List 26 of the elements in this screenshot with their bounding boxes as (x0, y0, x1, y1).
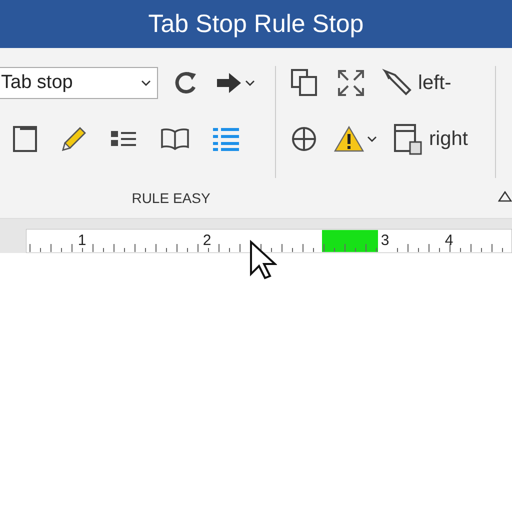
left-button[interactable]: left- (380, 66, 454, 100)
page-icon (12, 125, 38, 153)
warning-icon (334, 125, 364, 153)
pencil-icon (60, 125, 88, 153)
caret-icon (141, 80, 151, 86)
page-button[interactable] (10, 123, 40, 155)
group-label: RULE EASY (132, 190, 210, 206)
style-dropdown[interactable]: Tab stop (0, 67, 158, 99)
bullet-list-icon (212, 126, 240, 152)
caret-icon (367, 136, 377, 142)
right-arrow-icon (216, 72, 242, 94)
expand-icon (336, 68, 366, 98)
ruler-number: 3 (380, 232, 390, 249)
book-icon (160, 127, 190, 151)
window-icon (393, 123, 423, 155)
copy-icon (290, 68, 320, 98)
collapse-icon[interactable] (498, 191, 512, 202)
arrow-button[interactable] (214, 70, 257, 96)
right-button[interactable]: right (391, 121, 470, 157)
window-title: Tab Stop Rule Stop (148, 10, 364, 38)
ruler-number: 1 (78, 232, 86, 249)
pen-icon (382, 68, 412, 98)
ruler-number: 4 (444, 232, 454, 249)
ruler-number: 2 (202, 232, 212, 249)
caret-icon (245, 80, 255, 86)
crosshair-icon (290, 125, 318, 153)
